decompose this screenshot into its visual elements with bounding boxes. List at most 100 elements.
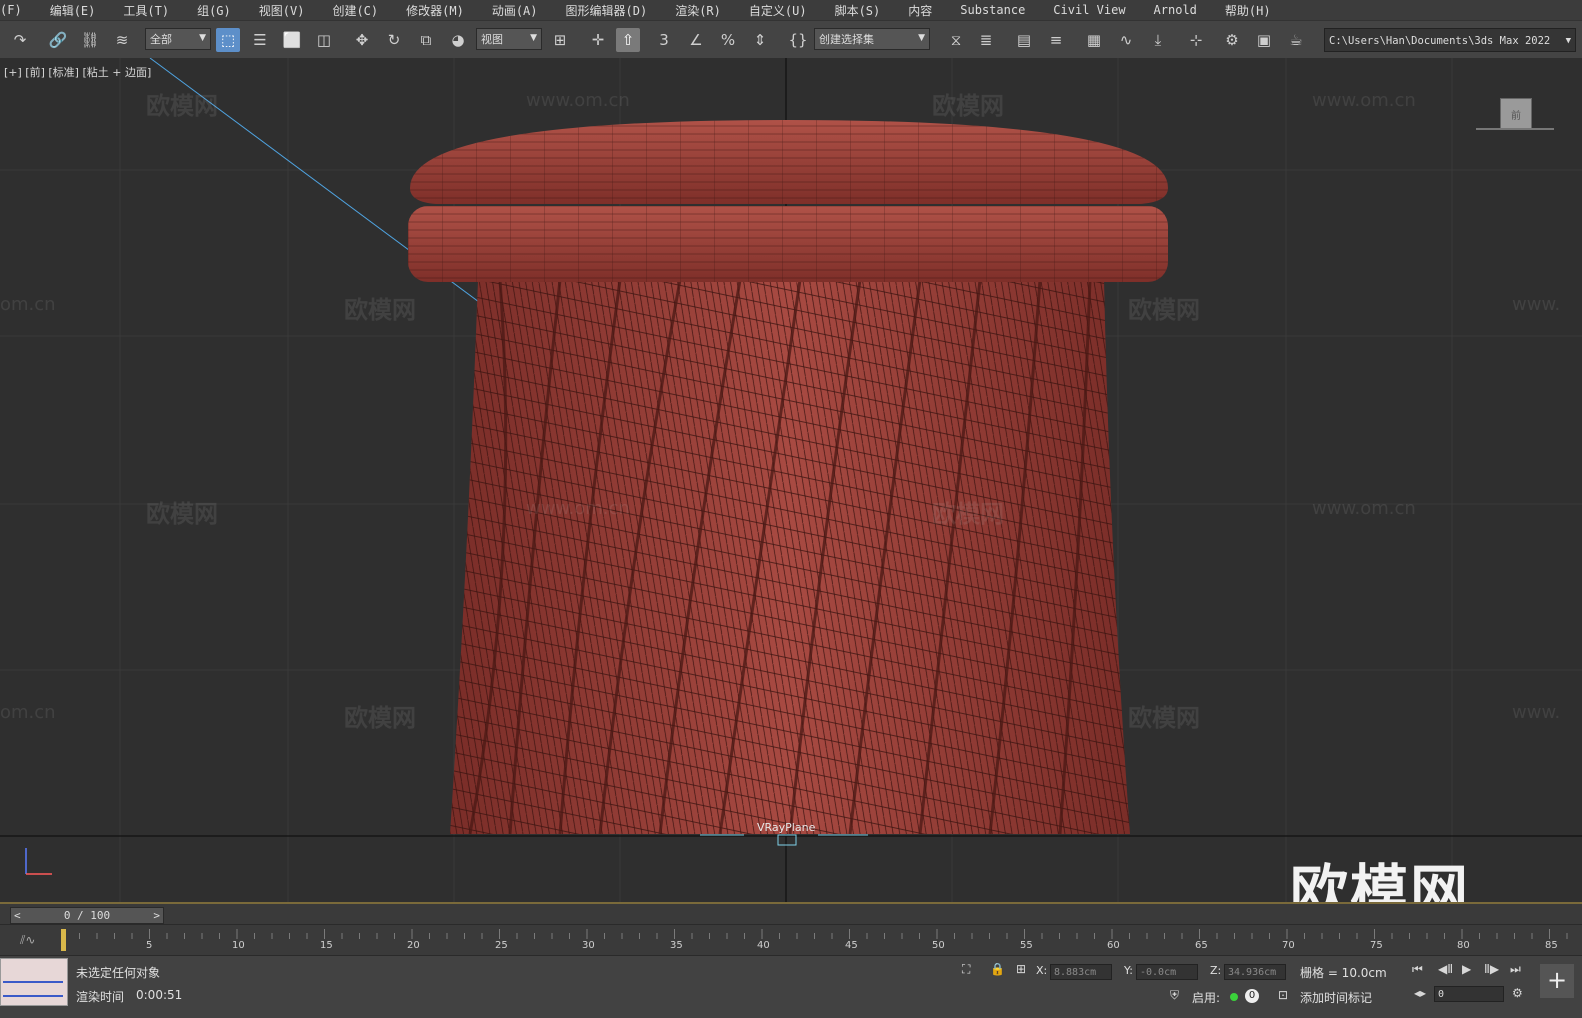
- tick-label: 25: [495, 940, 508, 951]
- track-bar[interactable]: ⫽∿ 5 10 15 20 25 30 35 40 45 50 55 60 65…: [0, 924, 1582, 955]
- menu-customize[interactable]: 自定义(U): [735, 2, 821, 19]
- time-tag-icon[interactable]: ⊡: [1278, 988, 1288, 1002]
- go-to-start-icon[interactable]: ⏮: [1412, 962, 1423, 977]
- viewport-label[interactable]: [+] [前] [标准] [粘土 + 边面]: [4, 64, 151, 80]
- main-toolbar: ↷ 🔗 ⛓ ≋ 全部 ▼ ⬚ ☰ ⬜ ◫ ✥ ↻ ⧉ ◕ 视图 ▼ ⊞ ✛ ⇧ 3 …: [0, 20, 1582, 60]
- menu-substance[interactable]: Substance: [946, 3, 1039, 17]
- project-path-field[interactable]: C:\Users\Han\Documents\3ds Max 2022 ▼: [1324, 28, 1576, 52]
- select-manipulate-icon[interactable]: ✛: [586, 28, 610, 52]
- time-slider-handle[interactable]: [61, 929, 66, 951]
- menu-create[interactable]: 创建(C): [318, 2, 392, 19]
- menu-modifiers[interactable]: 修改器(M): [392, 2, 478, 19]
- keyboard-shortcut-icon[interactable]: ⇧: [616, 28, 640, 52]
- rendered-frame-window-icon[interactable]: ▣: [1252, 28, 1276, 52]
- shield-icon[interactable]: ⛨: [1170, 988, 1179, 1003]
- chevron-down-icon: ▼: [1565, 36, 1571, 46]
- window-crossing-icon[interactable]: ◫: [312, 28, 336, 52]
- y-coord-field[interactable]: -0.0cm: [1136, 964, 1198, 980]
- redo-icon[interactable]: ↷: [8, 28, 32, 52]
- viewcube[interactable]: 前: [1500, 98, 1532, 130]
- angle-snap-icon[interactable]: ∠: [684, 28, 708, 52]
- render-production-icon[interactable]: ☕: [1284, 28, 1308, 52]
- watermark-url: www.om.cn: [1312, 90, 1416, 111]
- next-frame-button[interactable]: >: [153, 908, 160, 923]
- rotate-icon[interactable]: ↻: [382, 28, 406, 52]
- menu-civil-view[interactable]: Civil View: [1039, 3, 1139, 17]
- watermark-url: www.om.cn: [526, 90, 630, 111]
- edit-named-selection-icon[interactable]: {}: [786, 28, 810, 52]
- track-ticks: [61, 929, 1568, 939]
- scene-explorer-icon[interactable]: ▤: [1012, 28, 1036, 52]
- render-setup-icon[interactable]: ⚙: [1220, 28, 1244, 52]
- menu-views[interactable]: 视图(V): [245, 2, 319, 19]
- select-by-name-icon[interactable]: ☰: [248, 28, 272, 52]
- go-to-end-icon[interactable]: ⏭: [1510, 962, 1521, 977]
- enable-count[interactable]: 0: [1245, 989, 1259, 1003]
- curve-editor-mini-icon[interactable]: ⫽∿: [20, 933, 35, 948]
- unlink-icon[interactable]: ⛓: [78, 28, 102, 52]
- menu-tools[interactable]: 工具(T): [109, 2, 183, 19]
- align-icon[interactable]: ≣: [974, 28, 998, 52]
- viewcube-ring: [1476, 128, 1554, 130]
- tick-label: 35: [670, 940, 683, 951]
- prev-frame-button[interactable]: <: [14, 908, 21, 923]
- menu-graph-editors[interactable]: 图形编辑器(D): [552, 2, 662, 19]
- mirror-icon[interactable]: ⧖: [944, 28, 968, 52]
- layer-explorer-icon[interactable]: ≡: [1044, 28, 1068, 52]
- time-config-icon[interactable]: ⚙: [1512, 986, 1523, 1000]
- stool-model[interactable]: [0, 58, 1582, 902]
- tick-label: 85: [1545, 940, 1558, 951]
- x-label: X:: [1036, 964, 1048, 977]
- menu-help[interactable]: 帮助(H): [1211, 2, 1285, 19]
- frame-display: 0 / 100: [63, 909, 111, 922]
- material-editor-icon[interactable]: ⊹: [1184, 28, 1208, 52]
- move-icon[interactable]: ✥: [350, 28, 374, 52]
- spinner-snap-icon[interactable]: ⇕: [748, 28, 772, 52]
- tick-label: 60: [1107, 940, 1120, 951]
- link-icon[interactable]: 🔗: [46, 28, 70, 52]
- menu-rendering[interactable]: 渲染(R): [661, 2, 735, 19]
- snaps-toggle-icon[interactable]: 3: [652, 28, 676, 52]
- viewport-front[interactable]: [+] [前] [标准] [粘土 + 边面] 欧模网 www.om.cn 欧模网…: [0, 58, 1582, 902]
- tick-label: 55: [1020, 940, 1033, 951]
- viewport-navigation-plus-icon[interactable]: +: [1540, 964, 1574, 998]
- bind-spacewarp-icon[interactable]: ≋: [110, 28, 134, 52]
- watermark: 欧模网: [1128, 296, 1200, 324]
- previous-frame-icon[interactable]: ◀Ⅱ: [1438, 962, 1453, 976]
- absolute-mode-icon[interactable]: ⊞: [1016, 962, 1026, 976]
- maxscript-listener-preview[interactable]: [0, 958, 68, 1006]
- chevron-down-icon: ▼: [530, 33, 537, 43]
- menu-scripting[interactable]: 脚本(S): [821, 2, 895, 19]
- frame-slider[interactable]: < 0 / 100 >: [10, 907, 164, 924]
- toggle-ribbon-icon[interactable]: ▦: [1082, 28, 1106, 52]
- placement-icon[interactable]: ◕: [446, 28, 470, 52]
- schematic-view-icon[interactable]: ⤓: [1146, 28, 1170, 52]
- curve-editor-icon[interactable]: ∿: [1114, 28, 1138, 52]
- menu-animation[interactable]: 动画(A): [478, 2, 552, 19]
- menu-group[interactable]: 组(G): [183, 2, 245, 19]
- rect-selection-icon[interactable]: ⬜: [280, 28, 304, 52]
- watermark-url: www.om.cn: [526, 498, 630, 519]
- x-coord-field[interactable]: 8.883cm: [1050, 964, 1112, 980]
- render-time-value: 0:00:51: [136, 988, 183, 1002]
- isolate-selection-icon[interactable]: ⛶: [962, 962, 970, 977]
- key-mode-icon[interactable]: ◂▸: [1414, 986, 1426, 1000]
- reference-coord-dropdown[interactable]: 视图 ▼: [476, 28, 542, 50]
- play-icon[interactable]: ▶: [1462, 962, 1471, 976]
- named-selection-dropdown[interactable]: 创建选择集 ▼: [814, 28, 930, 50]
- time-slider[interactable]: < 0 / 100 >: [0, 902, 1582, 926]
- pivot-center-icon[interactable]: ⊞: [548, 28, 572, 52]
- percent-snap-icon[interactable]: %: [716, 28, 740, 52]
- scale-icon[interactable]: ⧉: [414, 28, 438, 52]
- lock-selection-icon[interactable]: 🔒: [990, 962, 1005, 976]
- next-frame-icon[interactable]: Ⅱ▶: [1484, 962, 1499, 976]
- menu-file[interactable]: (F): [0, 3, 36, 17]
- z-coord-field[interactable]: 34.936cm: [1224, 964, 1286, 980]
- menu-content[interactable]: 内容: [894, 2, 946, 19]
- select-object-icon[interactable]: ⬚: [216, 28, 240, 52]
- current-frame-field[interactable]: 0: [1434, 986, 1504, 1002]
- menu-edit[interactable]: 编辑(E): [36, 2, 110, 19]
- menu-arnold[interactable]: Arnold: [1140, 3, 1211, 17]
- add-time-tag[interactable]: 添加时间标记: [1300, 989, 1372, 1006]
- selection-filter-dropdown[interactable]: 全部 ▼: [145, 28, 211, 50]
